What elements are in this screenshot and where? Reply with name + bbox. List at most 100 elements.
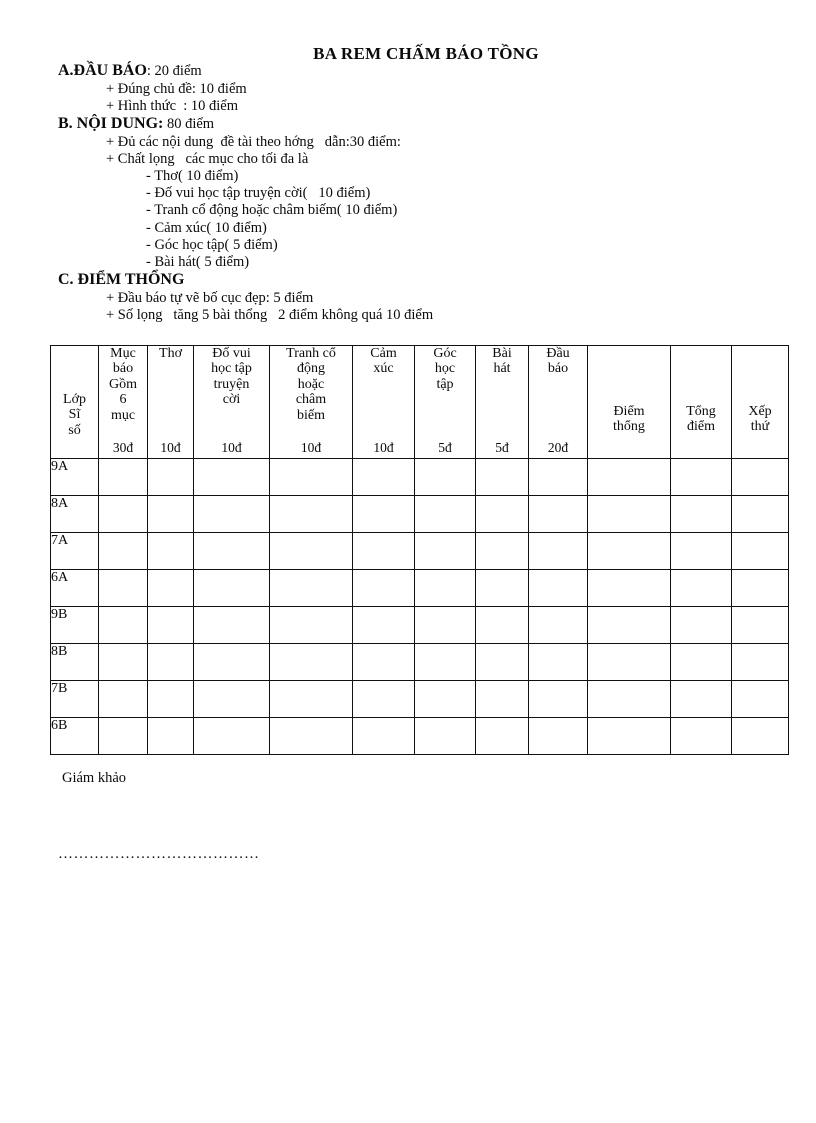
score-cell[interactable] xyxy=(528,680,588,718)
score-cell[interactable] xyxy=(193,717,270,755)
criteria-line: + Đủ các nội dung đề tài theo hớng dẫn:3… xyxy=(106,134,758,151)
score-cell[interactable] xyxy=(98,532,148,570)
score-cell[interactable] xyxy=(147,717,194,755)
score-cell[interactable] xyxy=(193,532,270,570)
score-cell[interactable] xyxy=(193,569,270,607)
score-cell[interactable] xyxy=(147,680,194,718)
score-cell[interactable] xyxy=(587,680,671,718)
score-cell[interactable] xyxy=(670,569,732,607)
score-cell[interactable] xyxy=(528,458,588,496)
score-cell[interactable] xyxy=(193,606,270,644)
score-cell[interactable] xyxy=(269,643,353,681)
score-cell[interactable] xyxy=(98,717,148,755)
score-cell[interactable] xyxy=(670,606,732,644)
score-cell[interactable] xyxy=(98,495,148,533)
criteria-line: - Thơ( 10 điểm) xyxy=(146,168,758,185)
column-header-label: Tổng điểm xyxy=(686,403,716,434)
score-cell[interactable] xyxy=(414,717,476,755)
score-cell[interactable] xyxy=(269,458,353,496)
score-cell[interactable] xyxy=(475,569,529,607)
score-cell[interactable] xyxy=(475,532,529,570)
score-cell[interactable] xyxy=(731,495,789,533)
score-cell[interactable] xyxy=(475,606,529,644)
score-cell[interactable] xyxy=(414,495,476,533)
score-cell[interactable] xyxy=(352,717,415,755)
score-cell[interactable] xyxy=(98,458,148,496)
score-cell[interactable] xyxy=(670,680,732,718)
score-cell[interactable] xyxy=(587,458,671,496)
score-cell[interactable] xyxy=(731,569,789,607)
criteria-text: - Cảm xúc( 10 điểm) xyxy=(146,219,267,236)
score-cell[interactable] xyxy=(731,680,789,718)
score-cell[interactable] xyxy=(193,458,270,496)
score-cell[interactable] xyxy=(587,569,671,607)
score-cell[interactable] xyxy=(587,606,671,644)
score-cell[interactable] xyxy=(193,643,270,681)
score-cell[interactable] xyxy=(352,606,415,644)
criteria-line: + Chất lọng các mục cho tối đa là xyxy=(106,151,758,168)
score-cell[interactable] xyxy=(670,717,732,755)
score-cell[interactable] xyxy=(98,680,148,718)
score-cell[interactable] xyxy=(269,569,353,607)
score-cell[interactable] xyxy=(147,643,194,681)
score-cell[interactable] xyxy=(528,532,588,570)
score-cell[interactable] xyxy=(414,606,476,644)
score-cell[interactable] xyxy=(475,680,529,718)
column-header-label: Xếp thứ xyxy=(748,403,772,434)
score-cell[interactable] xyxy=(587,495,671,533)
score-cell[interactable] xyxy=(528,717,588,755)
column-header-points: 30đ xyxy=(112,440,134,456)
score-cell[interactable] xyxy=(731,717,789,755)
score-cell[interactable] xyxy=(587,717,671,755)
score-cell[interactable] xyxy=(414,569,476,607)
score-cell[interactable] xyxy=(414,680,476,718)
score-cell[interactable] xyxy=(731,532,789,570)
score-cell[interactable] xyxy=(269,717,353,755)
score-cell[interactable] xyxy=(352,495,415,533)
score-cell[interactable] xyxy=(670,643,732,681)
score-cell[interactable] xyxy=(587,532,671,570)
score-cell[interactable] xyxy=(147,606,194,644)
criteria-text: - Đố vui học tập truyện cời( 10 điểm) xyxy=(146,185,371,202)
score-cell[interactable] xyxy=(528,495,588,533)
score-cell[interactable] xyxy=(98,569,148,607)
score-cell[interactable] xyxy=(98,606,148,644)
score-cell[interactable] xyxy=(147,458,194,496)
score-cell[interactable] xyxy=(147,569,194,607)
score-cell[interactable] xyxy=(731,458,789,496)
score-cell[interactable] xyxy=(352,643,415,681)
score-cell[interactable] xyxy=(414,458,476,496)
score-cell[interactable] xyxy=(269,532,353,570)
score-cell[interactable] xyxy=(352,532,415,570)
score-cell[interactable] xyxy=(475,458,529,496)
table-header: Lớp Sĩ số Mục báo Gồm 6 mục 30đ Thơ 10đ Đố vui học t… xyxy=(50,345,789,459)
score-cell[interactable] xyxy=(528,569,588,607)
score-cell[interactable] xyxy=(475,717,529,755)
score-cell[interactable] xyxy=(269,606,353,644)
score-cell[interactable] xyxy=(98,643,148,681)
score-cell[interactable] xyxy=(731,643,789,681)
score-cell[interactable] xyxy=(193,680,270,718)
score-cell[interactable] xyxy=(670,495,732,533)
score-cell[interactable] xyxy=(528,643,588,681)
column-header: Xếp thứ xyxy=(731,345,789,459)
score-cell[interactable] xyxy=(269,495,353,533)
column-header-label: Tranh cổ động hoặc châm biếm xyxy=(286,346,336,423)
score-cell[interactable] xyxy=(528,606,588,644)
score-cell[interactable] xyxy=(352,680,415,718)
score-cell[interactable] xyxy=(352,569,415,607)
score-cell[interactable] xyxy=(193,495,270,533)
score-cell[interactable] xyxy=(475,643,529,681)
score-cell[interactable] xyxy=(352,458,415,496)
score-cell[interactable] xyxy=(147,532,194,570)
score-cell[interactable] xyxy=(269,680,353,718)
score-cell[interactable] xyxy=(731,606,789,644)
table-row: 9A xyxy=(50,458,789,496)
score-cell[interactable] xyxy=(147,495,194,533)
score-cell[interactable] xyxy=(670,532,732,570)
score-cell[interactable] xyxy=(475,495,529,533)
score-cell[interactable] xyxy=(414,643,476,681)
score-cell[interactable] xyxy=(414,532,476,570)
score-cell[interactable] xyxy=(670,458,732,496)
score-cell[interactable] xyxy=(587,643,671,681)
